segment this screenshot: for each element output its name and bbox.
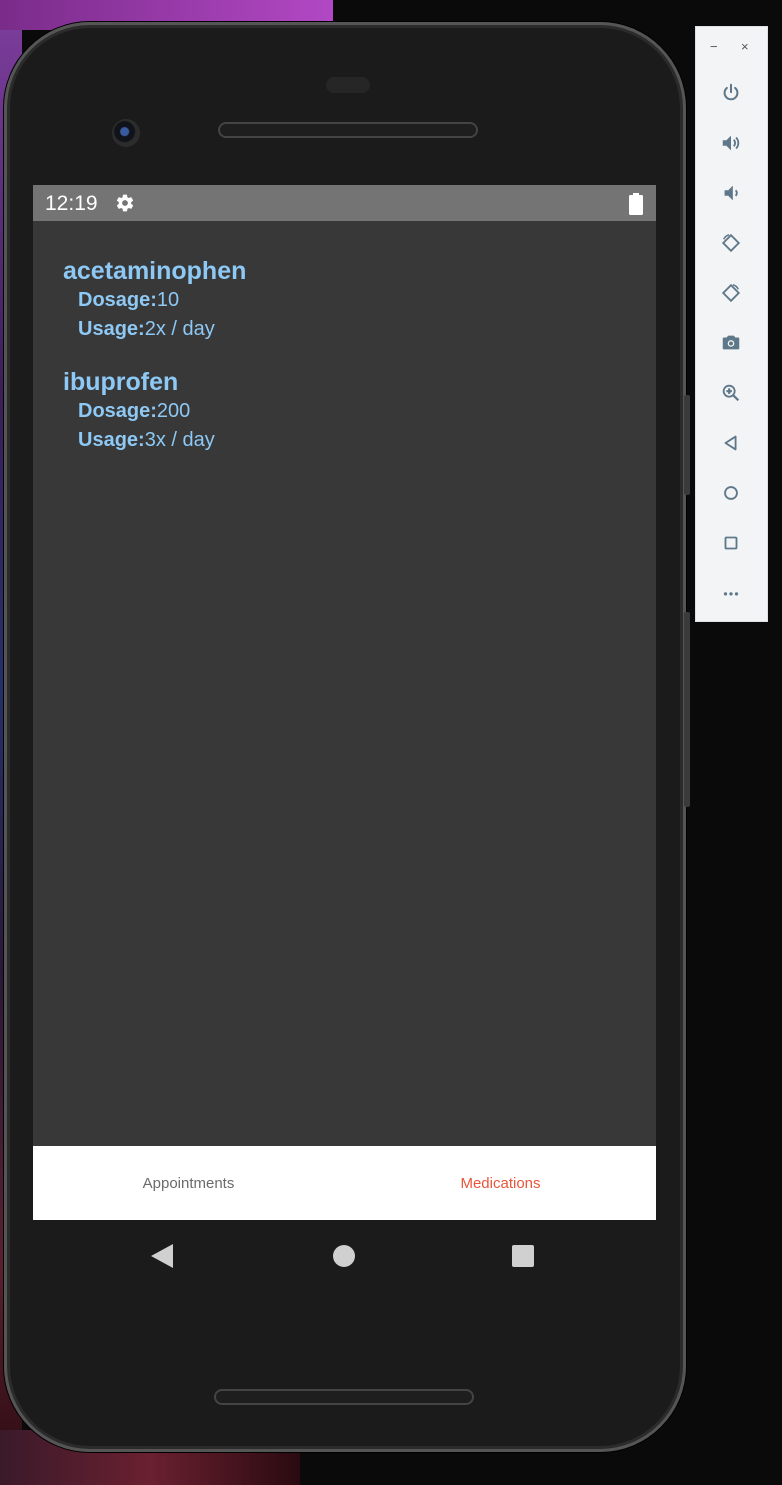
overview-button[interactable] xyxy=(716,528,746,558)
dosage-value: 10 xyxy=(156,289,180,311)
screenshot-button[interactable] xyxy=(716,328,746,358)
more-button[interactable] xyxy=(716,578,746,608)
android-nav-bar xyxy=(33,1220,656,1292)
home-button[interactable] xyxy=(716,478,746,508)
rotate-left-button[interactable] xyxy=(716,228,746,258)
tab-appointments[interactable]: Appointments xyxy=(33,1146,344,1220)
home-icon[interactable] xyxy=(333,1245,355,1267)
minimize-button[interactable]: − xyxy=(710,39,718,54)
back-icon xyxy=(724,435,737,451)
rotate-right-icon xyxy=(721,283,741,303)
usage-value: 2x / day xyxy=(144,318,215,340)
usage-label: Usage: xyxy=(78,429,145,451)
home-icon xyxy=(724,486,738,500)
camera-icon xyxy=(722,335,740,350)
volume-down-button[interactable] xyxy=(716,178,746,208)
top-speaker xyxy=(218,122,478,138)
dosage-label: Dosage: xyxy=(78,400,157,422)
overview-icon xyxy=(724,536,738,550)
medication-usage: Usage:3x / day xyxy=(78,426,623,455)
volume-side-button xyxy=(684,612,690,807)
earpiece xyxy=(326,77,370,93)
zoom-button[interactable] xyxy=(716,378,746,408)
status-clock: 12:19 xyxy=(45,192,98,215)
rotate-right-button[interactable] xyxy=(716,278,746,308)
medication-name: ibuprofen xyxy=(63,368,179,396)
medication-dosage: Dosage:200 xyxy=(78,397,623,426)
medication-usage: Usage:2x / day xyxy=(78,315,623,344)
medication-name: acetaminophen xyxy=(63,257,247,285)
more-icon xyxy=(723,592,739,596)
medications-list: acetaminophen Dosage:10 Usage:2x / day i… xyxy=(33,221,656,1146)
battery-icon xyxy=(629,193,643,215)
back-icon[interactable] xyxy=(151,1244,173,1268)
rotate-left-icon xyxy=(721,233,741,253)
close-button[interactable]: × xyxy=(741,39,749,54)
phone-screen: 12:19 acetaminophen Dosage:10 Usage:2x /… xyxy=(33,185,656,1220)
list-item[interactable]: ibuprofen Dosage:200 Usage:3x / day xyxy=(63,367,623,455)
gear-icon xyxy=(116,194,134,212)
dosage-value: 200 xyxy=(156,400,191,422)
volume-up-button[interactable] xyxy=(716,128,746,158)
medication-dosage: Dosage:10 xyxy=(78,286,623,315)
zoom-icon xyxy=(722,384,740,402)
usage-value: 3x / day xyxy=(144,429,215,451)
list-item[interactable]: acetaminophen Dosage:10 Usage:2x / day xyxy=(63,256,623,344)
recents-icon[interactable] xyxy=(512,1245,534,1267)
status-bar: 12:19 xyxy=(33,185,656,221)
emulator-toolbar: − × xyxy=(696,27,767,621)
power-side-button xyxy=(684,395,690,495)
bottom-tab-bar: Appointments Medications xyxy=(33,1146,656,1220)
tab-medications[interactable]: Medications xyxy=(345,1146,656,1220)
usage-label: Usage: xyxy=(78,318,145,340)
power-icon xyxy=(723,83,739,101)
dosage-label: Dosage: xyxy=(78,289,157,311)
front-camera-icon xyxy=(112,119,140,147)
toolbar-window-controls: − × xyxy=(696,27,767,69)
volume-down-icon xyxy=(724,185,738,201)
power-button[interactable] xyxy=(716,78,746,108)
back-button[interactable] xyxy=(716,428,746,458)
volume-up-icon xyxy=(722,135,740,151)
bottom-speaker xyxy=(214,1389,474,1405)
